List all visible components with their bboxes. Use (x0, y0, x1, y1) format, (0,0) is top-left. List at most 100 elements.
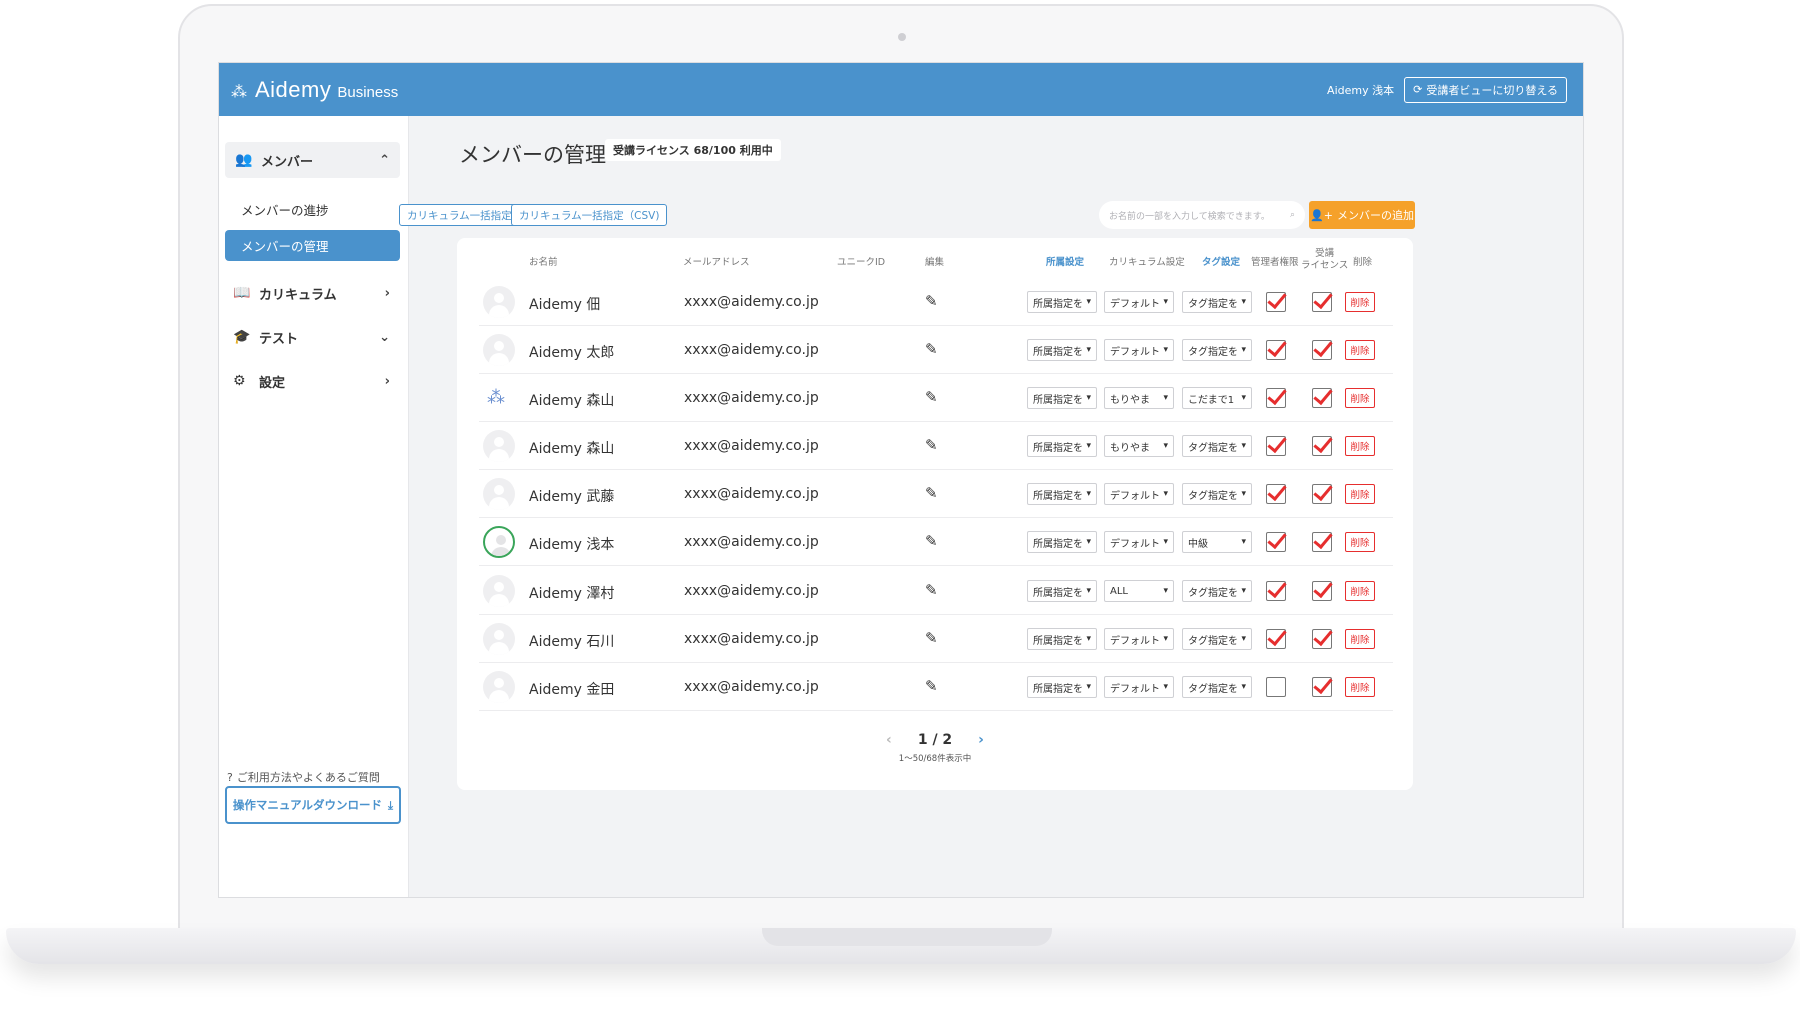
curriculum-select[interactable]: デフォルト ▾ (1104, 483, 1174, 505)
pencil-icon[interactable]: ✎ (925, 581, 938, 599)
bulk-curriculum-button[interactable]: カリキュラム一括指定 (399, 204, 520, 226)
admin-checkbox[interactable] (1266, 629, 1286, 649)
pencil-icon[interactable]: ✎ (925, 292, 938, 310)
license-checkbox[interactable] (1312, 484, 1332, 504)
curriculum-select[interactable]: デフォルト ▾ (1104, 291, 1174, 313)
pencil-icon[interactable]: ✎ (925, 436, 938, 454)
delete-button[interactable]: 削除 (1345, 677, 1375, 697)
member-email: xxxx@aidemy.co.jp (684, 390, 819, 406)
member-name: Aidemy 石川 (529, 634, 615, 650)
curriculum-select[interactable]: デフォルト ▾ (1104, 676, 1174, 698)
admin-checkbox[interactable] (1266, 436, 1286, 456)
chevron-down-icon: ▾ (1241, 586, 1246, 596)
tag-select[interactable]: タグ指定を ▾ (1182, 435, 1252, 457)
tag-select[interactable]: タグ指定を ▾ (1182, 483, 1252, 505)
logo-tree-icon: ⁂ (231, 81, 247, 101)
brand-logo[interactable]: ⁂ Aidemy Business (231, 77, 398, 103)
header-license-line2: ライセンス (1301, 260, 1349, 271)
curriculum-value: デフォルト (1110, 635, 1160, 647)
top-bar: ⁂ Aidemy Business Aidemy 浅本 ⟳ 受講者ビューに切り替… (219, 63, 1583, 116)
dept-value: 所属指定を (1033, 683, 1083, 695)
next-page-icon[interactable]: › (978, 732, 984, 748)
tag-select[interactable]: 中級 ▾ (1182, 531, 1252, 553)
header-tag[interactable]: タグ設定 (1202, 254, 1240, 268)
license-checkbox[interactable] (1312, 581, 1332, 601)
tag-select[interactable]: こだまで1 ▾ (1182, 387, 1252, 409)
dept-value: 所属指定を (1033, 346, 1083, 358)
avatar (483, 478, 515, 510)
license-checkbox[interactable] (1312, 436, 1332, 456)
dept-select[interactable]: 所属指定を ▾ (1027, 676, 1097, 698)
admin-checkbox[interactable] (1266, 581, 1286, 601)
curriculum-select[interactable]: もりやま ▾ (1104, 387, 1174, 409)
pencil-icon[interactable]: ✎ (925, 629, 938, 647)
delete-button[interactable]: 削除 (1345, 629, 1375, 649)
admin-checkbox[interactable] (1266, 677, 1286, 697)
curriculum-select[interactable]: デフォルト ▾ (1104, 531, 1174, 553)
delete-button[interactable]: 削除 (1345, 292, 1375, 312)
curriculum-value: デフォルト (1110, 538, 1160, 550)
admin-checkbox[interactable] (1266, 292, 1286, 312)
delete-button[interactable]: 削除 (1345, 581, 1375, 601)
admin-checkbox[interactable] (1266, 532, 1286, 552)
logo-text: Aidemy (255, 76, 332, 102)
search-input[interactable]: お名前の一部を入力して検索できます。 ⌕ (1099, 201, 1305, 229)
dept-select[interactable]: 所属指定を ▾ (1027, 387, 1097, 409)
license-checkbox[interactable] (1312, 629, 1332, 649)
delete-button[interactable]: 削除 (1345, 484, 1375, 504)
member-email: xxxx@aidemy.co.jp (684, 631, 819, 647)
dept-select[interactable]: 所属指定を ▾ (1027, 580, 1097, 602)
add-member-button[interactable]: 👤+ メンバーの追加 (1309, 201, 1415, 229)
tag-select[interactable]: タグ指定を ▾ (1182, 291, 1252, 313)
switch-view-button[interactable]: ⟳ 受講者ビューに切り替える (1404, 76, 1567, 103)
dept-select[interactable]: 所属指定を ▾ (1027, 435, 1097, 457)
admin-checkbox[interactable] (1266, 484, 1286, 504)
admin-checkbox[interactable] (1266, 388, 1286, 408)
delete-button[interactable]: 削除 (1345, 532, 1375, 552)
chevron-down-icon: ▾ (1163, 489, 1168, 499)
curriculum-select[interactable]: デフォルト ▾ (1104, 628, 1174, 650)
tag-select[interactable]: タグ指定を ▾ (1182, 676, 1252, 698)
sidebar-item-curriculum[interactable]: 📖 カリキュラム › (219, 271, 408, 315)
pencil-icon[interactable]: ✎ (925, 340, 938, 358)
delete-button[interactable]: 削除 (1345, 388, 1375, 408)
pencil-icon[interactable]: ✎ (925, 388, 938, 406)
dept-select[interactable]: 所属指定を ▾ (1027, 291, 1097, 313)
bulk-curriculum-csv-button[interactable]: カリキュラム一括指定（CSV) (511, 204, 668, 226)
license-checkbox[interactable] (1312, 677, 1332, 697)
license-checkbox[interactable] (1312, 340, 1332, 360)
tag-select[interactable]: タグ指定を ▾ (1182, 580, 1252, 602)
curriculum-select[interactable]: もりやま ▾ (1104, 435, 1174, 457)
dept-select[interactable]: 所属指定を ▾ (1027, 483, 1097, 505)
pencil-icon[interactable]: ✎ (925, 484, 938, 502)
sidebar-item-member-progress[interactable]: メンバーの進捗 (219, 190, 408, 228)
delete-button[interactable]: 削除 (1345, 436, 1375, 456)
logo-subtext: Business (337, 83, 399, 101)
curriculum-select[interactable]: ALL ▾ (1104, 580, 1174, 602)
app-screen: ⁂ Aidemy Business Aidemy 浅本 ⟳ 受講者ビューに切り替… (218, 62, 1584, 898)
license-checkbox[interactable] (1312, 532, 1332, 552)
dept-select[interactable]: 所属指定を ▾ (1027, 339, 1097, 361)
sidebar-item-label: メンバー (261, 154, 314, 170)
chevron-down-icon: ▾ (1086, 586, 1091, 596)
tag-select[interactable]: タグ指定を ▾ (1182, 339, 1252, 361)
tag-select[interactable]: タグ指定を ▾ (1182, 628, 1252, 650)
curriculum-select[interactable]: デフォルト ▾ (1104, 339, 1174, 361)
prev-page-icon[interactable]: ‹ (886, 732, 892, 748)
sidebar-item-members[interactable]: 👥 メンバー ⌃ (225, 142, 400, 178)
sidebar-item-test[interactable]: 🎓 テスト ⌄ (219, 315, 408, 359)
help-link[interactable]: ? ご利用方法やよくあるご質問 (227, 769, 380, 785)
sidebar-item-member-manage[interactable]: メンバーの管理 (225, 230, 400, 261)
pencil-icon[interactable]: ✎ (925, 677, 938, 695)
license-checkbox[interactable] (1312, 292, 1332, 312)
license-checkbox[interactable] (1312, 388, 1332, 408)
delete-button[interactable]: 削除 (1345, 340, 1375, 360)
dept-select[interactable]: 所属指定を ▾ (1027, 531, 1097, 553)
sidebar-item-settings[interactable]: ⚙ 設定 › (219, 359, 408, 403)
dept-select[interactable]: 所属指定を ▾ (1027, 628, 1097, 650)
pencil-icon[interactable]: ✎ (925, 532, 938, 550)
header-dept[interactable]: 所属設定 (1046, 254, 1084, 268)
admin-checkbox[interactable] (1266, 340, 1286, 360)
manual-download-button[interactable]: 操作マニュアルダウンロード ⤓ (225, 786, 401, 824)
manual-label: 操作マニュアルダウンロード (232, 798, 383, 812)
